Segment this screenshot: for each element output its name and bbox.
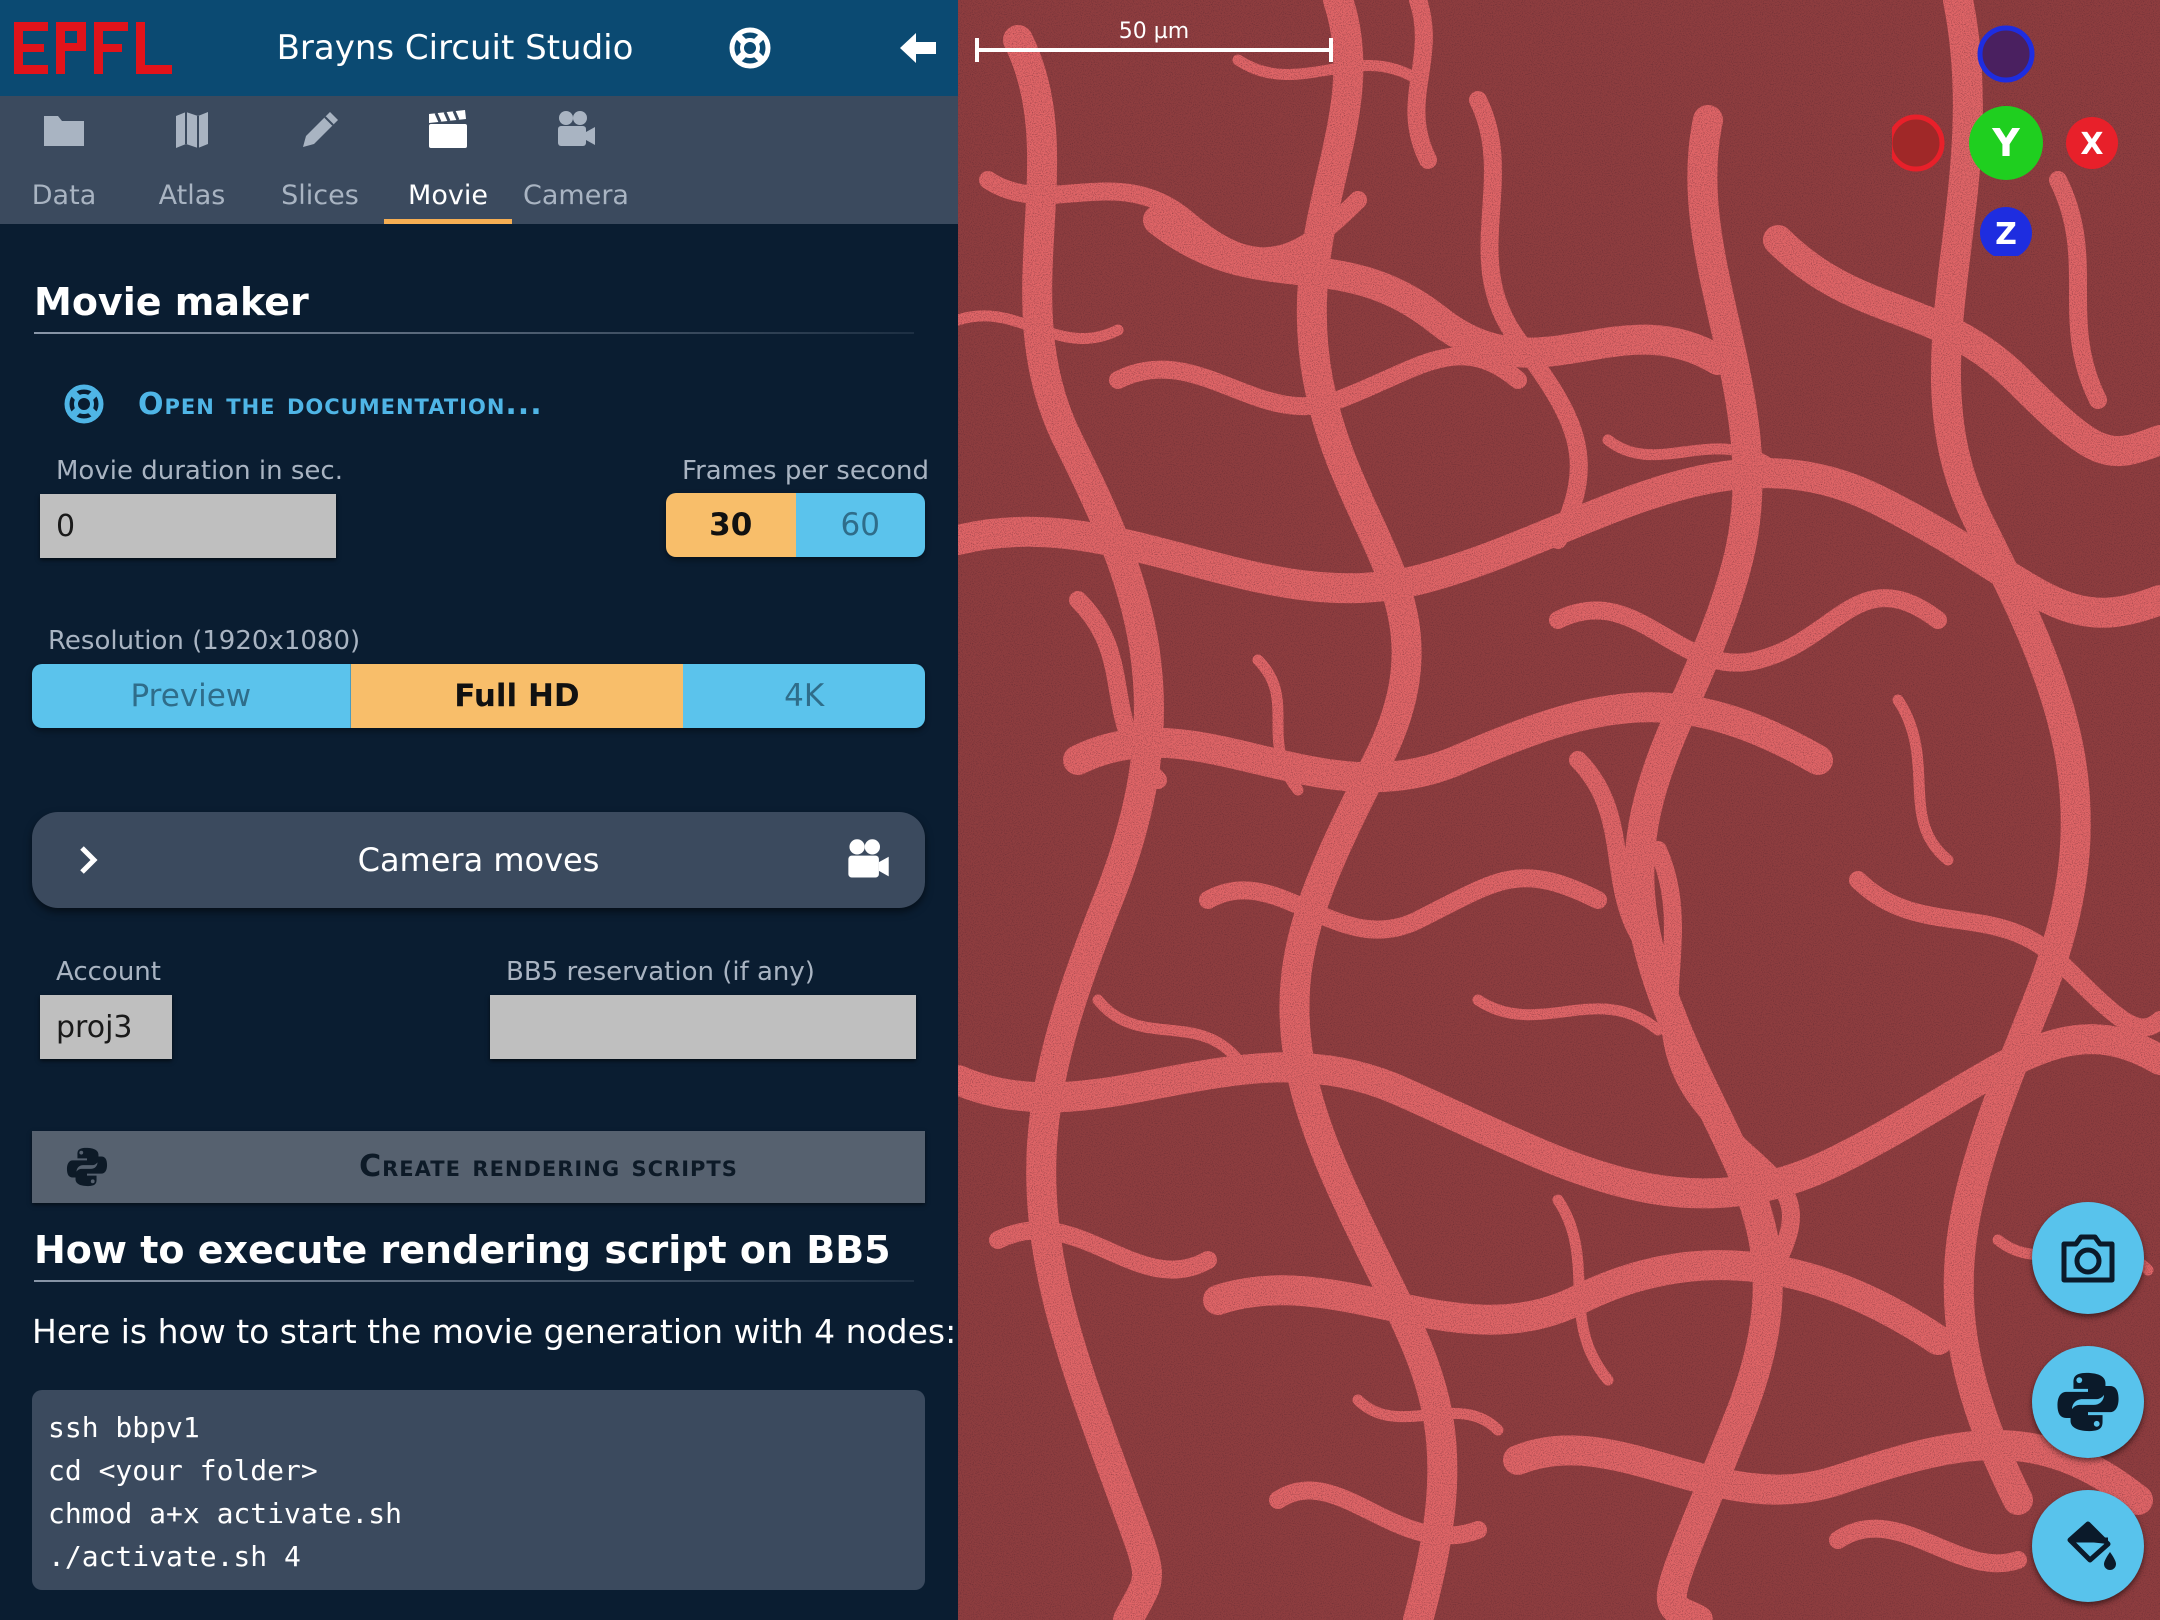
axis-z-label: Z xyxy=(1995,217,2017,252)
duration-input[interactable] xyxy=(40,494,336,558)
tab-atlas[interactable]: Atlas xyxy=(128,96,256,224)
create-rendering-scripts-label: Create rendering scripts xyxy=(359,1149,738,1184)
fps-label: Frames per second xyxy=(682,456,929,486)
divider xyxy=(34,1280,914,1282)
python-script-button[interactable] xyxy=(2032,1346,2144,1458)
pencil-icon xyxy=(303,112,338,147)
lifebuoy-icon xyxy=(64,384,104,424)
resolution-option-4k[interactable]: 4K xyxy=(683,664,925,728)
code-line: chmod a+x activate.sh xyxy=(48,1497,403,1530)
axis-negative-z[interactable] xyxy=(1977,25,2035,83)
movie-maker-title: Movie maker xyxy=(34,280,309,324)
tab-bar: Data Atlas Slices Movie Camera xyxy=(0,96,958,224)
documentation-link-label: Open the documentation... xyxy=(138,386,543,422)
tab-label: Movie xyxy=(408,180,488,211)
epfl-logo xyxy=(14,22,172,74)
tab-label: Camera xyxy=(523,180,629,211)
scale-bar-label: 50 µm xyxy=(1119,20,1189,44)
account-input[interactable] xyxy=(40,995,172,1059)
tab-movie[interactable]: Movie xyxy=(384,96,512,224)
code-line: ./activate.sh 4 xyxy=(48,1540,301,1573)
arrow-left-icon[interactable] xyxy=(898,30,938,66)
account-label: Account xyxy=(56,957,161,987)
resolution-option-preview[interactable]: Preview xyxy=(32,664,351,728)
reservation-label: BB5 reservation (if any) xyxy=(506,957,815,987)
fps-option-30[interactable]: 30 xyxy=(666,493,796,557)
fps-option-60[interactable]: 60 xyxy=(795,493,925,557)
resolution-selector: Preview Full HD 4K xyxy=(32,664,925,728)
tab-label: Slices xyxy=(281,180,359,211)
duration-label: Movie duration in sec. xyxy=(56,456,343,486)
tab-camera[interactable]: Camera xyxy=(512,96,640,224)
howto-description: Here is how to start the movie generatio… xyxy=(32,1312,957,1351)
video-camera-icon xyxy=(848,839,889,878)
camera-icon xyxy=(2061,1234,2115,1283)
scale-bar: 50 µm xyxy=(975,20,1333,62)
active-tab-indicator xyxy=(384,219,512,224)
map-icon xyxy=(176,112,208,148)
create-rendering-scripts-button[interactable]: Create rendering scripts xyxy=(32,1131,925,1203)
side-panel: Brayns Circuit Studio Data Atlas Slices … xyxy=(0,0,958,1620)
folder-icon xyxy=(44,116,84,146)
resolution-label: Resolution (1920x1080) xyxy=(48,626,361,656)
documentation-link[interactable]: Open the documentation... xyxy=(62,374,543,434)
clapperboard-icon xyxy=(429,110,467,148)
color-fill-button[interactable] xyxy=(2032,1490,2144,1602)
lifebuoy-icon[interactable] xyxy=(728,26,772,70)
camera-moves-expander[interactable]: Camera moves xyxy=(32,812,925,908)
resolution-option-full-hd[interactable]: Full HD xyxy=(350,664,684,728)
tab-slices[interactable]: Slices xyxy=(256,96,384,224)
python-icon xyxy=(2057,1372,2119,1432)
paint-bucket-icon xyxy=(2067,1521,2116,1570)
tab-label: Atlas xyxy=(158,180,226,211)
top-bar: Brayns Circuit Studio xyxy=(0,0,958,96)
axis-y-label: Y xyxy=(1991,121,2020,165)
tab-label: Data xyxy=(31,180,97,211)
tab-data[interactable]: Data xyxy=(0,96,128,224)
screenshot-button[interactable] xyxy=(2032,1202,2144,1314)
howto-title: How to execute rendering script on BB5 xyxy=(34,1228,891,1272)
camera-moves-label: Camera moves xyxy=(357,841,600,879)
fps-selector: 30 60 xyxy=(666,493,925,557)
code-block: ssh bbpv1 cd <your folder> chmod a+x act… xyxy=(32,1390,925,1590)
reservation-input[interactable] xyxy=(490,995,916,1059)
axis-x-label: X xyxy=(2080,127,2103,162)
divider xyxy=(34,332,914,334)
app-title: Brayns Circuit Studio xyxy=(276,28,634,68)
axis-negative-x[interactable] xyxy=(1892,114,1945,172)
code-line: cd <your folder> xyxy=(48,1454,318,1487)
render-viewport[interactable]: 50 µm Y X Z xyxy=(958,0,2160,1620)
axis-gizmo[interactable]: Y X Z xyxy=(1892,16,2152,256)
code-line: ssh bbpv1 xyxy=(48,1411,200,1444)
video-camera-icon xyxy=(558,111,595,146)
